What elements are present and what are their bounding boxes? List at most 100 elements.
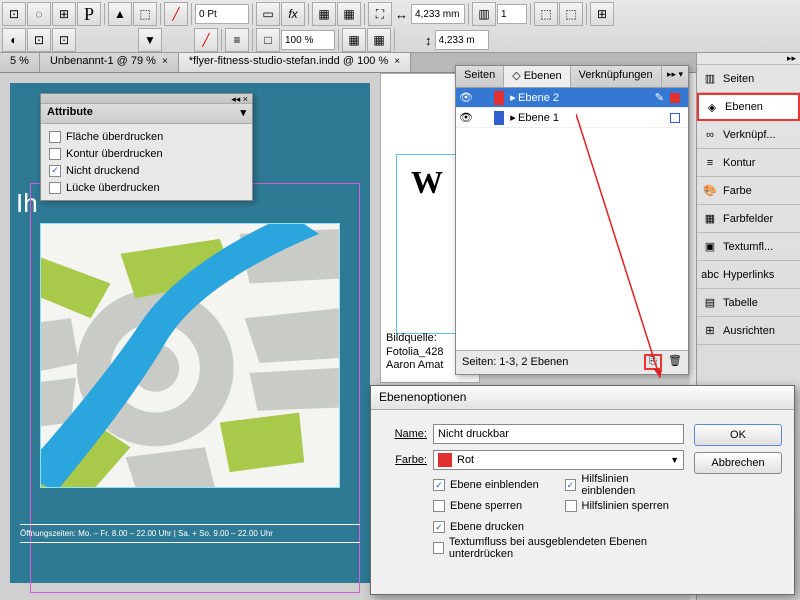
tool-btn[interactable]: ⊡ (52, 28, 76, 52)
checkbox-label: Ebene sperren (450, 500, 522, 512)
panel-button-label: Textumfl... (723, 241, 773, 253)
delete-layer-icon[interactable]: 🗑 (668, 354, 682, 370)
dialog-checkbox-row[interactable]: Ebene sperren (433, 497, 553, 515)
disclosure-icon[interactable]: ▸ (508, 91, 518, 104)
panel-tab-verknuepfungen[interactable]: Verknüpfungen (571, 66, 662, 87)
zoom-input[interactable] (281, 30, 335, 50)
tool-btn[interactable]: ▥ (472, 2, 496, 26)
panel-menu-icon[interactable]: ▾ (240, 106, 246, 121)
attributes-header[interactable]: Attribute ▾ (41, 104, 252, 124)
checkbox[interactable] (49, 148, 61, 160)
panel-button-tabelle[interactable]: ▤Tabelle (697, 289, 800, 317)
text-tool-icon[interactable]: P (77, 2, 101, 26)
panel-button-label: Verknüpf... (723, 129, 776, 141)
tool-btn[interactable]: ▭ (256, 2, 280, 26)
attribute-label: Nicht druckend (66, 165, 139, 177)
visibility-icon[interactable]: 👁 (456, 91, 476, 104)
dock-grip[interactable]: ▸▸ (697, 53, 800, 65)
panel-button-ebenen[interactable]: ◈ Ebenen (697, 93, 800, 121)
map-graphic (41, 224, 339, 487)
tool-btn[interactable]: ⊞ (52, 2, 76, 26)
tool-btn[interactable]: ▦ (342, 28, 366, 52)
dialog-checkbox-row[interactable]: Textumfluss bei ausgeblendeten Ebenen un… (433, 539, 684, 557)
panel-button-ausrichten[interactable]: ⊞Ausrichten (697, 317, 800, 345)
checkbox[interactable]: ✓ (433, 479, 445, 491)
tool-btn[interactable]: ▼ (138, 28, 162, 52)
panel-grip[interactable]: ◂◂ × (41, 94, 252, 104)
tool-btn[interactable]: ⊡ (2, 2, 26, 26)
color-name: Rot (457, 454, 474, 466)
width-input[interactable] (411, 4, 465, 24)
tool-btn[interactable]: ◌ (27, 2, 51, 26)
doc-tab[interactable]: *flyer-fitness-studio-stefan.indd @ 100 … (179, 53, 411, 72)
tool-btn[interactable]: ▲ (108, 2, 132, 26)
layer-color-select[interactable]: Rot ▼ (433, 450, 684, 470)
height-input[interactable] (435, 30, 489, 50)
panel-button-textumfl[interactable]: ▣Textumfl... (697, 233, 800, 261)
checkbox[interactable] (433, 500, 445, 512)
panel-menu-icon[interactable]: ▸▸ ▾ (662, 66, 688, 87)
no-fill-icon[interactable]: ╱ (194, 28, 218, 52)
attribute-row[interactable]: Lücke überdrucken (49, 179, 244, 196)
tool-btn[interactable]: ⊞ (590, 2, 614, 26)
no-stroke-icon[interactable]: ╱ (164, 2, 188, 26)
tool-btn[interactable]: ⬚ (559, 2, 583, 26)
layers-icon: ◈ (705, 100, 719, 114)
panel-button-hyperlinks[interactable]: abcHyperlinks (697, 261, 800, 289)
pages-icon: ▥ (703, 72, 717, 86)
checkbox[interactable] (433, 542, 444, 554)
swatches-icon: ▦ (703, 212, 717, 226)
checkbox[interactable] (565, 500, 577, 512)
dialog-checkbox-row[interactable]: ✓Ebene drucken (433, 518, 553, 536)
cancel-button[interactable]: Abbrechen (694, 452, 782, 474)
panel-button-label: Ebenen (725, 101, 763, 113)
layer-name-input[interactable] (433, 424, 684, 444)
tool-btn[interactable]: □ (256, 28, 280, 52)
fx-button[interactable]: fx (281, 2, 305, 26)
ok-button[interactable]: OK (694, 424, 782, 446)
close-icon[interactable]: × (162, 56, 168, 67)
dialog-checkbox-row[interactable]: Hilfslinien sperren (565, 497, 685, 515)
close-icon[interactable]: × (394, 56, 400, 67)
crop-icon[interactable]: ⛶ (368, 2, 392, 26)
checkbox[interactable]: ✓ (49, 165, 61, 177)
panel-button-kontur[interactable]: ≡Kontur (697, 149, 800, 177)
tool-btn[interactable]: ◐ (2, 28, 26, 52)
selection-indicator (670, 113, 680, 123)
tool-btn[interactable]: ▦ (367, 28, 391, 52)
checkbox[interactable] (49, 131, 61, 143)
disclosure-icon[interactable]: ▸ (508, 111, 518, 124)
visibility-icon[interactable]: 👁 (456, 111, 476, 124)
panel-button-label: Hyperlinks (723, 269, 774, 281)
panel-button-label: Seiten (723, 73, 754, 85)
tool-btn[interactable]: ⊡ (27, 28, 51, 52)
tool-btn[interactable]: ⬚ (133, 2, 157, 26)
panel-button-farbfelder[interactable]: ▦Farbfelder (697, 205, 800, 233)
attribute-row[interactable]: ✓ Nicht druckend (49, 162, 244, 179)
tool-btn[interactable]: ▦ (312, 2, 336, 26)
tool-btn[interactable]: ⬚ (534, 2, 558, 26)
stroke-weight-input[interactable] (195, 4, 249, 24)
panel-button-farbe[interactable]: 🎨Farbe (697, 177, 800, 205)
panel-tab-seiten[interactable]: Seiten (456, 66, 504, 87)
layer-row[interactable]: 👁▸Ebene 2✎ (456, 88, 688, 108)
placed-image[interactable] (40, 223, 340, 488)
attribute-row[interactable]: Kontur überdrucken (49, 145, 244, 162)
tool-btn[interactable]: ▦ (337, 2, 361, 26)
count-input[interactable] (497, 4, 527, 24)
tool-btn[interactable]: ≡ (225, 28, 249, 52)
panel-button-seiten[interactable]: ▥ Seiten (697, 65, 800, 93)
layer-row[interactable]: 👁▸Ebene 1 (456, 108, 688, 128)
attribute-row[interactable]: Fläche überdrucken (49, 128, 244, 145)
checkbox[interactable]: ✓ (433, 521, 445, 533)
panel-tab-ebenen[interactable]: ◇ Ebenen (504, 66, 570, 87)
checkbox[interactable]: ✓ (565, 479, 577, 491)
doc-tab[interactable]: 5 % (0, 53, 40, 72)
name-label: Name: (383, 428, 427, 440)
doc-tab[interactable]: Unbenannt-1 @ 79 %× (40, 53, 179, 72)
new-layer-button[interactable]: ⎘ (644, 354, 662, 370)
checkbox[interactable] (49, 182, 61, 194)
dialog-checkbox-row[interactable]: ✓Ebene einblenden (433, 476, 553, 494)
panel-button-verknüpf[interactable]: ∞Verknüpf... (697, 121, 800, 149)
dialog-checkbox-row[interactable]: ✓Hilfslinien einblenden (565, 476, 685, 494)
